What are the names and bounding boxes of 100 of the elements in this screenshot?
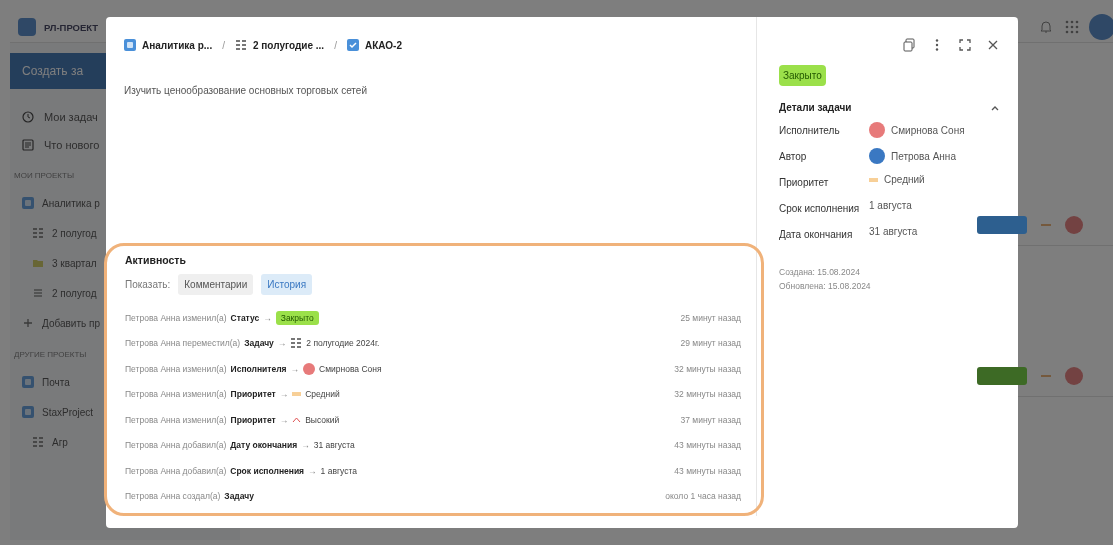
sidebar-item[interactable]: 2 полугод [52,227,97,239]
entry-text: Петрова Анна изменил(а) [125,363,227,374]
entry-field: Задачу [224,491,254,502]
detail-label: Исполнитель [779,124,841,137]
entry-field: Статус [230,312,260,323]
entry-time: 32 минуты назад [674,363,741,374]
detail-value: 31 августа [869,226,918,237]
entry-time: 37 минут назад [680,414,741,425]
entry-text: Петрова Анна переместил(а) [125,338,241,349]
entry-text: Петрова Анна изменил(а) [125,389,227,400]
entry-value: 31 августа [313,440,355,451]
nav-item[interactable]: Что нового [44,139,100,151]
sidebar-item[interactable]: Агр [52,436,68,448]
detail-label: Срок исполнения [779,202,861,215]
list-icon [32,287,44,299]
breadcrumb-separator: / [222,39,225,51]
expand-icon[interactable] [958,38,972,52]
entry-field: Приоритет [230,414,276,425]
entry-time: 43 минуты назад [674,440,741,451]
project-icon [22,376,34,388]
nav-item[interactable]: Мои задач [44,111,98,123]
entry-field: Задачу [244,338,274,349]
project-icon [22,197,34,209]
sidebar-item[interactable]: 3 квартал [52,257,97,269]
entry-text: Петрова Анна изменил(а) [125,312,227,323]
entry-value: 1 августа [320,465,357,476]
sidebar-item[interactable]: Аналитика р [42,197,100,209]
priority-dash-icon [1041,224,1051,226]
priority-medium-icon [292,391,302,398]
avatar-circle [869,148,885,164]
news-icon [22,139,34,151]
user-avatar[interactable] [1089,14,1113,40]
plus-icon [22,317,34,329]
entry-text: Петрова Анна добавил(а) [125,440,227,451]
filter-tab[interactable]: История [261,274,313,295]
task-description: Изучить ценообразование основных торговых сетей [124,85,368,96]
priority-value: Средний [884,174,925,185]
board-icon [32,227,44,239]
activity-title: Активность [125,254,187,266]
sidebar-item[interactable]: Почта [42,376,70,388]
app-logo: РЛ-ПРОЕКТ [44,21,99,33]
clock-icon [22,111,34,123]
priority-value: Высокий [305,414,340,425]
arrow-sign: → [279,414,289,425]
entry-field: Срок исполнения [230,465,305,476]
filter-label: Показать: [125,279,171,290]
board-icon [32,436,44,448]
entry-time: 25 минут назад [680,312,741,323]
arrow-sign: → [279,389,289,400]
apps-grid-icon[interactable] [1063,18,1081,36]
priority-high-icon [292,416,302,423]
entry-time: 43 минуты назад [674,465,741,476]
folder-icon [32,257,44,269]
checkbox-square-icon [346,39,359,51]
priority-medium-icon [869,176,878,183]
arrow-sign: → [308,465,317,476]
entry-field: Дату окончания [230,440,298,451]
board-name: 2 полугодие 2024г. [306,338,380,349]
updated-date: Обновлена: 15.08.2024 [779,280,872,293]
copy-icon[interactable] [902,38,916,52]
detail-label: Дата окончания [779,228,854,241]
arrow-sign: → [290,363,300,374]
status-button[interactable]: Закрыто [779,65,826,86]
created-date: Создана: 15.08.2024 [779,266,861,279]
sidebar-item[interactable]: 2 полугод [52,287,97,299]
assignee-name: Смирнова Соня [891,124,965,136]
detail-value: 1 августа [869,200,912,211]
entry-field: Приоритет [230,389,276,400]
entry-text: Петрова Анна добавил(а) [125,465,227,476]
priority-dash-icon [1041,375,1051,377]
entry-time: 32 минуты назад [674,389,741,400]
avatar-circle [1065,367,1083,385]
close-icon[interactable] [986,38,1000,52]
status-badge: Закрыто [275,310,319,325]
avatar-circle [1065,216,1083,234]
breadcrumb-link[interactable]: АКАО-2 [364,39,402,51]
board-icon [234,39,247,51]
avatar-circle [869,122,885,138]
avatar-circle [303,362,316,375]
filter-tab[interactable]: Комментарии [178,274,254,295]
project-icon [22,406,34,418]
board-icon [290,337,303,350]
breadcrumb-link[interactable]: 2 полугодие ... [252,39,325,51]
arrow-sign: → [301,440,310,451]
priority-value: Средний [305,389,340,400]
author-name: Петрова Анна [891,150,956,162]
logo-mark [18,18,36,36]
sidebar-item[interactable]: StaxProject [42,406,94,418]
detail-label: Приоритет [779,176,830,189]
arrow-sign: → [277,338,287,349]
project-icon [124,39,136,51]
entry-text: Петрова Анна создал(а) [125,491,221,502]
sidebar-item[interactable]: Добавить пр [42,317,100,329]
entry-text: Петрова Анна изменил(а) [125,414,227,425]
user-name: Смирнова Соня [319,363,382,374]
entry-time: около 1 часа назад [665,491,741,502]
detail-label: Автор [779,150,808,163]
details-title: Детали задачи [779,102,852,113]
breadcrumb-link[interactable]: Аналитика р... [142,39,213,51]
breadcrumb-separator: / [334,39,337,51]
